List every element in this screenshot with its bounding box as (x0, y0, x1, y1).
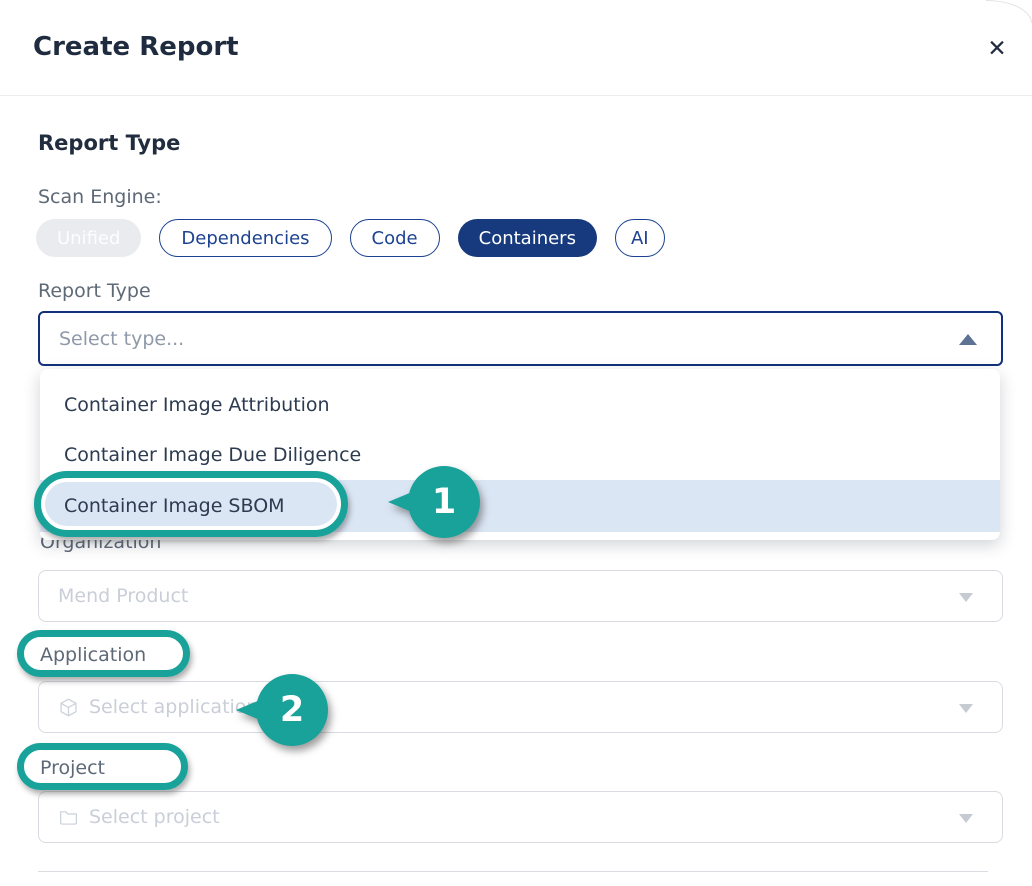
dialog-title: Create Report (33, 32, 239, 62)
scan-engine-label: Scan Engine: (38, 186, 162, 208)
application-label: Application (40, 644, 146, 666)
folder-icon (58, 807, 79, 828)
project-placeholder: Select project (89, 806, 220, 828)
application-select[interactable]: Select application (38, 681, 1003, 733)
report-type-dropdown: Container Image Attribution Container Im… (40, 369, 1000, 540)
option-container-image-due-diligence[interactable]: Container Image Due Diligence (40, 430, 1000, 480)
report-type-label: Report Type (38, 280, 151, 302)
pill-containers[interactable]: Containers (458, 219, 597, 257)
modal-corner (986, 0, 1032, 23)
chevron-up-icon (959, 334, 977, 345)
application-placeholder: Select application (89, 696, 258, 718)
organization-value: Mend Product (58, 585, 188, 607)
pill-unified[interactable]: Unified (36, 219, 141, 257)
close-button[interactable]: ✕ (982, 34, 1012, 64)
scan-engine-pill-group: Unified Dependencies Code Containers AI (36, 219, 665, 257)
chevron-down-icon (959, 814, 973, 823)
package-cube-icon (58, 697, 79, 718)
chevron-down-icon (959, 593, 973, 602)
chevron-down-icon (959, 704, 973, 713)
pill-code[interactable]: Code (350, 219, 440, 257)
pill-ai[interactable]: AI (615, 219, 665, 257)
pill-dependencies[interactable]: Dependencies (159, 219, 331, 257)
project-select[interactable]: Select project (38, 791, 1003, 843)
header-divider (0, 95, 1032, 96)
project-label: Project (40, 757, 105, 779)
option-container-image-attribution[interactable]: Container Image Attribution (40, 380, 1000, 430)
report-type-select[interactable]: Select type... (38, 311, 1003, 366)
option-container-image-sbom[interactable]: Container Image SBOM (40, 480, 1000, 532)
bottom-divider (38, 871, 988, 872)
report-type-placeholder: Select type... (59, 328, 184, 350)
organization-select[interactable]: Mend Product (38, 570, 1003, 622)
close-icon: ✕ (987, 36, 1006, 62)
section-heading: Report Type (38, 131, 180, 155)
